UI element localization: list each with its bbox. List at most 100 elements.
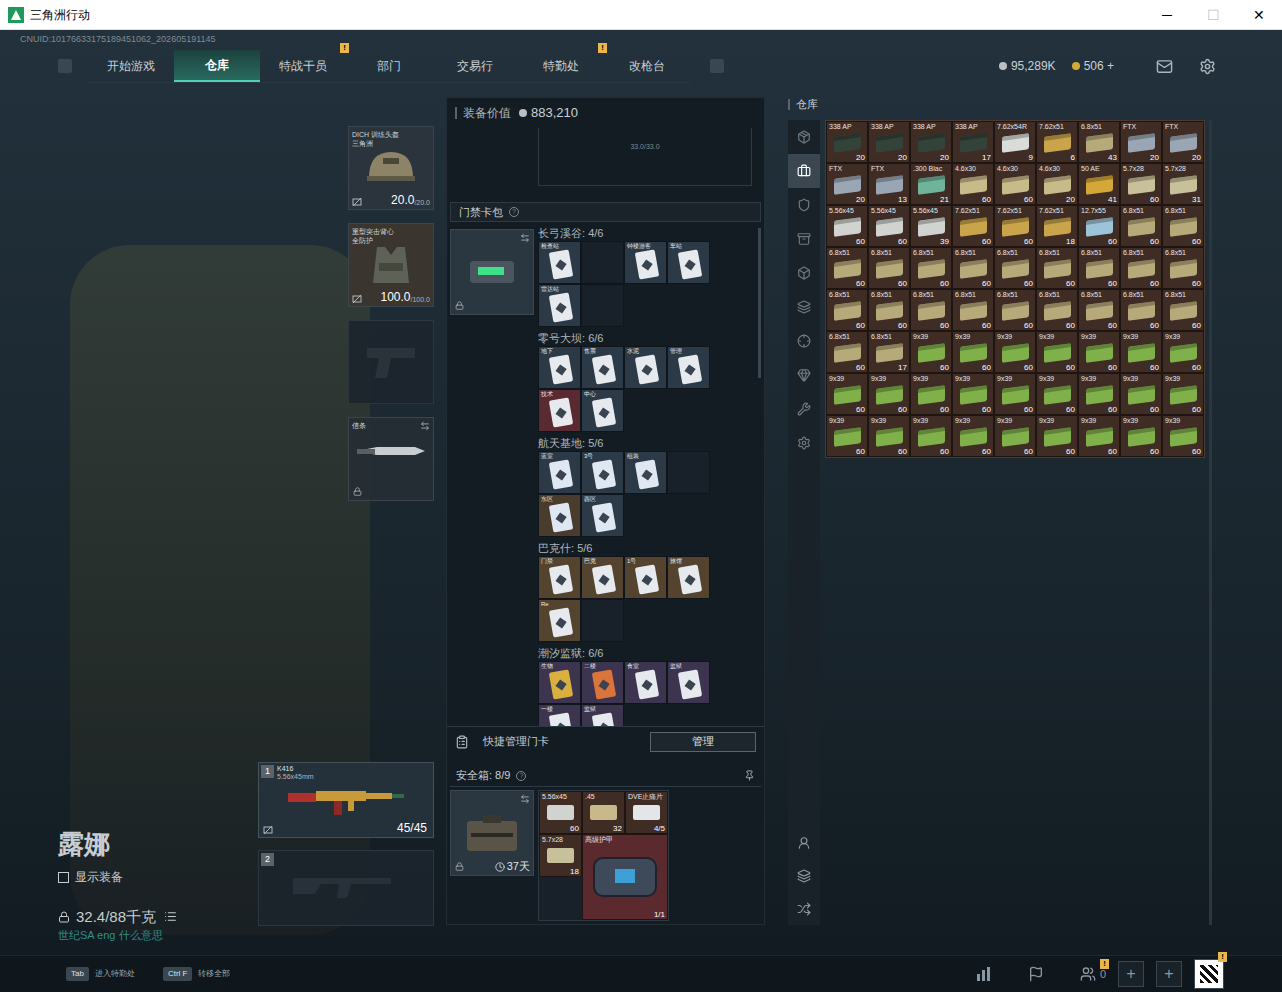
keycard-slot[interactable]: 检查站: [538, 241, 581, 284]
warehouse-item[interactable]: 6.8x5160: [1120, 247, 1162, 289]
warehouse-item[interactable]: 7.62x5160: [952, 205, 994, 247]
pistol-slot[interactable]: [348, 320, 434, 404]
warehouse-item[interactable]: 6.8x5160: [1036, 247, 1078, 289]
warehouse-item[interactable]: 9x3960: [910, 373, 952, 415]
warehouse-item[interactable]: 6.8x5117: [868, 331, 910, 373]
warehouse-tab[interactable]: [788, 290, 820, 324]
keycard-slot[interactable]: 水泥: [624, 346, 667, 389]
warehouse-item[interactable]: FTX13: [868, 163, 910, 205]
safe-item[interactable]: DVE止痛片4/5: [625, 791, 668, 834]
safe-item[interactable]: 5.56x4560: [539, 791, 582, 834]
keycard-slot[interactable]: 技术: [538, 389, 581, 432]
warehouse-item[interactable]: 6.8x5160: [910, 247, 952, 289]
warehouse-item[interactable]: 6.8x5160: [952, 289, 994, 331]
warehouse-item[interactable]: 9x3960: [1036, 331, 1078, 373]
keycard-slot[interactable]: Re: [538, 599, 581, 642]
keycard-slot[interactable]: 东区: [538, 494, 581, 537]
nav-tab[interactable]: 改枪台: [604, 50, 690, 82]
keycard-slot[interactable]: 监狱: [667, 661, 710, 704]
warehouse-item[interactable]: 9x3960: [994, 373, 1036, 415]
keycard-slot[interactable]: 一楼: [538, 704, 581, 726]
swap-icon[interactable]: [520, 794, 530, 804]
flag-icon[interactable]: [1028, 966, 1044, 982]
keycard-slot[interactable]: 1号: [624, 556, 667, 599]
warehouse-item[interactable]: 338 AP20: [910, 121, 952, 163]
key-hint[interactable]: Ctrl F转移全部: [163, 967, 231, 981]
window-control[interactable]: ☐: [1190, 0, 1236, 30]
warehouse-item[interactable]: 4.6x3060: [994, 163, 1036, 205]
warehouse-item[interactable]: 9x3960: [1078, 415, 1120, 457]
warehouse-item[interactable]: 9x3960: [826, 415, 868, 457]
nav-tab[interactable]: 特战干员!: [260, 50, 346, 82]
melee-slot[interactable]: 信条: [348, 417, 434, 501]
warehouse-item[interactable]: 6.8x5160: [1162, 205, 1204, 247]
warehouse-tab[interactable]: [788, 324, 820, 358]
stats-icon[interactable]: [976, 966, 992, 982]
warehouse-tab[interactable]: [788, 120, 820, 154]
warehouse-item[interactable]: 7.62x5160: [994, 205, 1036, 247]
keycard-slot[interactable]: 雷达站: [538, 284, 581, 327]
warehouse-item[interactable]: 9x3960: [1162, 415, 1204, 457]
keycard-slot[interactable]: 门禁: [538, 556, 581, 599]
warehouse-item[interactable]: 338 AP20: [826, 121, 868, 163]
keycard-slot[interactable]: [581, 241, 624, 284]
player-avatar[interactable]: [1194, 959, 1224, 989]
warehouse-item[interactable]: 9x3960: [910, 415, 952, 457]
keycard-slot[interactable]: [581, 284, 624, 327]
warehouse-item[interactable]: 5.56x4560: [826, 205, 868, 247]
ticket-balance[interactable]: 506 +: [1084, 57, 1114, 75]
scrollbar[interactable]: [1209, 120, 1212, 925]
keycard-slot[interactable]: [667, 451, 710, 494]
help-mark[interactable]: ?: [509, 207, 519, 217]
warehouse-item[interactable]: 9x3960: [994, 415, 1036, 457]
warehouse-item[interactable]: 6.8x5160: [1120, 289, 1162, 331]
warehouse-item[interactable]: 9x3960: [994, 331, 1036, 373]
gear-icon[interactable]: [1199, 58, 1216, 75]
keycard-slot[interactable]: 旅馆: [667, 556, 710, 599]
warehouse-item[interactable]: 6.8x5160: [994, 289, 1036, 331]
warehouse-item[interactable]: 6.8x5160: [910, 289, 952, 331]
warehouse-item[interactable]: 9x3960: [1036, 415, 1078, 457]
keycard-slot[interactable]: 中心: [581, 389, 624, 432]
warehouse-item[interactable]: 6.8x5160: [1078, 247, 1120, 289]
warehouse-item[interactable]: 6.8x5160: [826, 331, 868, 373]
armor-slot[interactable]: 重型突击背心全防护100.0/100.0: [348, 223, 434, 307]
warehouse-item[interactable]: 4.6x3060: [952, 163, 994, 205]
mail-icon[interactable]: [1156, 58, 1173, 75]
warehouse-item[interactable]: FTX20: [1120, 121, 1162, 163]
warehouse-item[interactable]: 9x3960: [1120, 415, 1162, 457]
warehouse-item[interactable]: 6.8x5160: [1120, 205, 1162, 247]
weapon-slot[interactable]: 2: [258, 850, 434, 926]
keycard-slot[interactable]: 西区: [581, 494, 624, 537]
warehouse-item[interactable]: 9x3960: [1078, 331, 1120, 373]
warehouse-item[interactable]: 5.7x2831: [1162, 163, 1204, 205]
warehouse-item[interactable]: 7.62x516: [1036, 121, 1078, 163]
warehouse-item[interactable]: 9x3960: [826, 373, 868, 415]
warehouse-item[interactable]: 9x3960: [1036, 373, 1078, 415]
warehouse-tab[interactable]: [788, 358, 820, 392]
keycard-slot[interactable]: 食堂: [624, 661, 667, 704]
keycard-slot[interactable]: 地下: [538, 346, 581, 389]
safe-item[interactable]: 高级护甲1/1: [582, 834, 668, 920]
warehouse-item[interactable]: 6.8x5160: [994, 247, 1036, 289]
safe-box-tile[interactable]: 37天: [450, 790, 534, 876]
backpack-grid[interactable]: 33.0/33.0: [538, 128, 752, 186]
warehouse-item[interactable]: 338 AP20: [868, 121, 910, 163]
warehouse-tab[interactable]: [788, 154, 820, 188]
warehouse-item[interactable]: 338 AP17: [952, 121, 994, 163]
nav-tab[interactable]: 部门: [346, 50, 432, 82]
warehouse-item[interactable]: 9x3960: [868, 373, 910, 415]
warehouse-tab[interactable]: [788, 256, 820, 290]
help-mark[interactable]: ?: [516, 771, 526, 781]
window-control[interactable]: ✕: [1236, 0, 1282, 30]
next-tab-key[interactable]: [710, 59, 724, 73]
nav-tab[interactable]: 开始游戏: [88, 50, 174, 82]
warehouse-tab[interactable]: [788, 188, 820, 222]
warehouse-item[interactable]: 9x3960: [1162, 331, 1204, 373]
warehouse-item[interactable]: 6.8x5143: [1078, 121, 1120, 163]
warehouse-item[interactable]: 5.56x4539: [910, 205, 952, 247]
warehouse-item[interactable]: 9x3960: [952, 331, 994, 373]
nav-tab[interactable]: 特勤处!: [518, 50, 604, 82]
manage-button[interactable]: 管理: [650, 732, 756, 752]
warehouse-item[interactable]: 9x3960: [1162, 373, 1204, 415]
